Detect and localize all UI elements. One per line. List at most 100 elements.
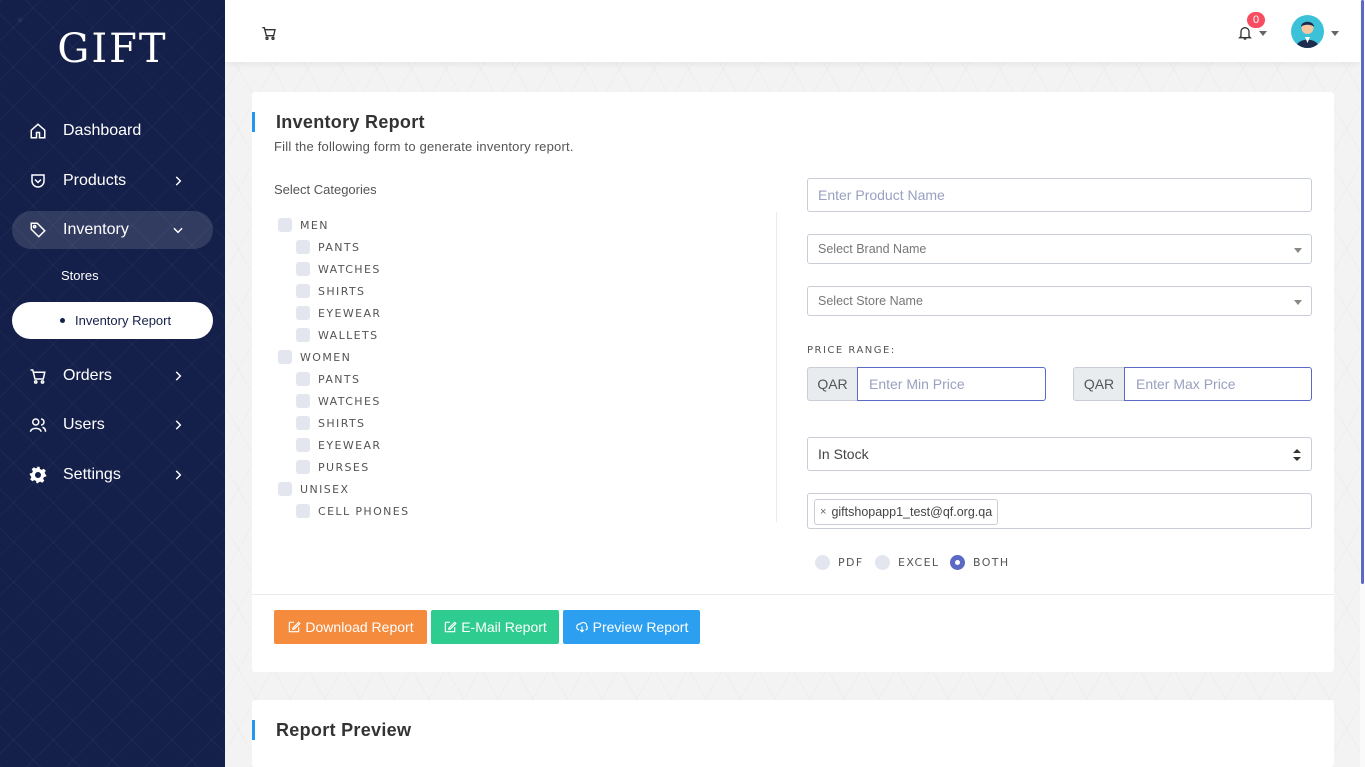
category-label: WALLETS xyxy=(318,328,379,342)
button-label: E-Mail Report xyxy=(461,619,547,635)
category-women[interactable]: WOMEN xyxy=(278,350,351,364)
scrollbar-thumb[interactable] xyxy=(1361,0,1364,584)
cart-icon[interactable] xyxy=(261,25,277,41)
category-men[interactable]: MEN xyxy=(278,218,329,232)
sidebar-item-settings[interactable]: Settings xyxy=(12,456,213,494)
currency-addon-max: QAR xyxy=(1073,367,1124,401)
sidebar-item-users[interactable]: Users xyxy=(12,406,213,444)
tag-icon xyxy=(28,220,48,240)
category-label: SHIRTS xyxy=(318,284,366,298)
bullet-icon xyxy=(60,318,65,323)
radio-label: BOTH xyxy=(973,556,1010,569)
users-icon xyxy=(28,415,48,435)
sidebar: GIFT Dashboard Products Inventory Stores… xyxy=(0,0,225,767)
checkbox[interactable] xyxy=(296,372,310,386)
category-label: WATCHES xyxy=(318,394,381,408)
radio-selected[interactable] xyxy=(950,555,965,570)
button-label: Download Report xyxy=(305,619,414,635)
download-report-button[interactable]: Download Report xyxy=(274,610,427,644)
category-label: WOMEN xyxy=(300,350,352,364)
placeholder-text: Select Store Name xyxy=(818,294,923,308)
caret-down-icon[interactable] xyxy=(1331,31,1339,36)
category-label: CELL PHONES xyxy=(318,504,410,518)
email-tags-input[interactable]: × giftshopapp1_test@qf.org.qa xyxy=(807,493,1312,529)
gear-icon xyxy=(28,465,48,485)
sidebar-item-inventory[interactable]: Inventory xyxy=(12,211,213,249)
format-radio-excel[interactable]: EXCEL xyxy=(875,555,939,570)
sidebar-subitem-label: Inventory Report xyxy=(75,313,172,328)
page-title: Inventory Report xyxy=(252,112,425,132)
product-name-input[interactable]: Enter Product Name xyxy=(807,178,1312,212)
cart-icon xyxy=(28,366,48,386)
edit-icon xyxy=(444,621,457,633)
brand-select[interactable]: Select Brand Name xyxy=(807,234,1312,264)
subcategory-men-watches[interactable]: WATCHES xyxy=(296,262,381,276)
avatar[interactable] xyxy=(1291,15,1324,48)
checkbox[interactable] xyxy=(296,438,310,452)
caret-down-icon xyxy=(1294,248,1302,253)
checkbox[interactable] xyxy=(278,350,292,364)
radio[interactable] xyxy=(875,555,890,570)
subcategory-men-eyewear[interactable]: EYEWEAR xyxy=(296,306,381,320)
caret-down-icon[interactable] xyxy=(1259,31,1267,36)
checkbox[interactable] xyxy=(296,306,310,320)
caret-down-icon xyxy=(1294,300,1302,305)
price-range-label: PRICE RANGE: xyxy=(807,345,896,356)
sidebar-item-products[interactable]: Products xyxy=(12,162,213,200)
app-logo: GIFT xyxy=(57,26,168,72)
subcategory-women-pants[interactable]: PANTS xyxy=(296,372,360,386)
subcategory-unisex-cell-phones[interactable]: CELL PHONES xyxy=(296,504,410,518)
subcategory-women-eyewear[interactable]: EYEWEAR xyxy=(296,438,381,452)
cloud-download-icon xyxy=(575,621,588,633)
category-label: PURSES xyxy=(318,460,370,474)
email-tag: × giftshopapp1_test@qf.org.qa xyxy=(814,499,999,525)
scrollbar[interactable] xyxy=(1360,0,1365,767)
radio[interactable] xyxy=(815,555,830,570)
sidebar-item-label: Products xyxy=(63,172,127,189)
checkbox[interactable] xyxy=(296,328,310,342)
updown-caret-icon xyxy=(1293,449,1301,461)
placeholder-text: Enter Min Price xyxy=(869,376,965,392)
subcategory-men-pants[interactable]: PANTS xyxy=(296,240,360,254)
sidebar-item-dashboard[interactable]: Dashboard xyxy=(12,112,213,150)
checkbox[interactable] xyxy=(296,460,310,474)
checkbox[interactable] xyxy=(296,240,310,254)
preview-report-button[interactable]: Preview Report xyxy=(563,610,700,644)
subcategory-women-watches[interactable]: WATCHES xyxy=(296,394,381,408)
email-report-button[interactable]: E-Mail Report xyxy=(431,610,559,644)
button-label: Preview Report xyxy=(592,619,689,635)
chevron-right-icon xyxy=(175,176,182,186)
stock-select[interactable]: In Stock xyxy=(807,437,1312,471)
category-unisex[interactable]: UNISEX xyxy=(278,482,349,496)
format-radio-pdf[interactable]: PDF xyxy=(815,555,864,570)
subcategory-women-purses[interactable]: PURSES xyxy=(296,460,370,474)
checkbox[interactable] xyxy=(296,394,310,408)
radio-label: PDF xyxy=(838,556,864,569)
subcategory-men-shirts[interactable]: SHIRTS xyxy=(296,284,365,298)
min-price-input[interactable]: Enter Min Price xyxy=(857,367,1046,401)
bell-icon[interactable] xyxy=(1237,25,1253,41)
chevron-right-icon xyxy=(175,420,182,430)
sidebar-item-orders[interactable]: Orders xyxy=(12,357,213,395)
categories-label: Select Categories xyxy=(274,182,377,197)
sidebar-item-label: Orders xyxy=(63,367,112,384)
radio-label: EXCEL xyxy=(898,556,940,569)
remove-tag-icon[interactable]: × xyxy=(820,506,826,518)
subcategory-women-shirts[interactable]: SHIRTS xyxy=(296,416,365,430)
currency-addon-min: QAR xyxy=(807,367,857,401)
checkbox[interactable] xyxy=(278,482,292,496)
checkbox[interactable] xyxy=(278,218,292,232)
checkbox[interactable] xyxy=(296,262,310,276)
checkbox[interactable] xyxy=(296,416,310,430)
checkbox[interactable] xyxy=(296,504,310,518)
chevron-right-icon xyxy=(175,371,182,381)
sidebar-subitem-inventory-report[interactable]: Inventory Report xyxy=(12,302,213,339)
max-price-input[interactable]: Enter Max Price xyxy=(1124,367,1312,401)
subcategory-men-wallets[interactable]: WALLETS xyxy=(296,328,379,342)
sidebar-subitem-stores[interactable]: Stores xyxy=(61,268,99,283)
report-preview-card: Report Preview xyxy=(252,700,1334,767)
format-radio-both[interactable]: BOTH xyxy=(950,555,1010,570)
checkbox[interactable] xyxy=(296,284,310,298)
store-select[interactable]: Select Store Name xyxy=(807,286,1312,316)
shield-icon xyxy=(28,171,48,191)
